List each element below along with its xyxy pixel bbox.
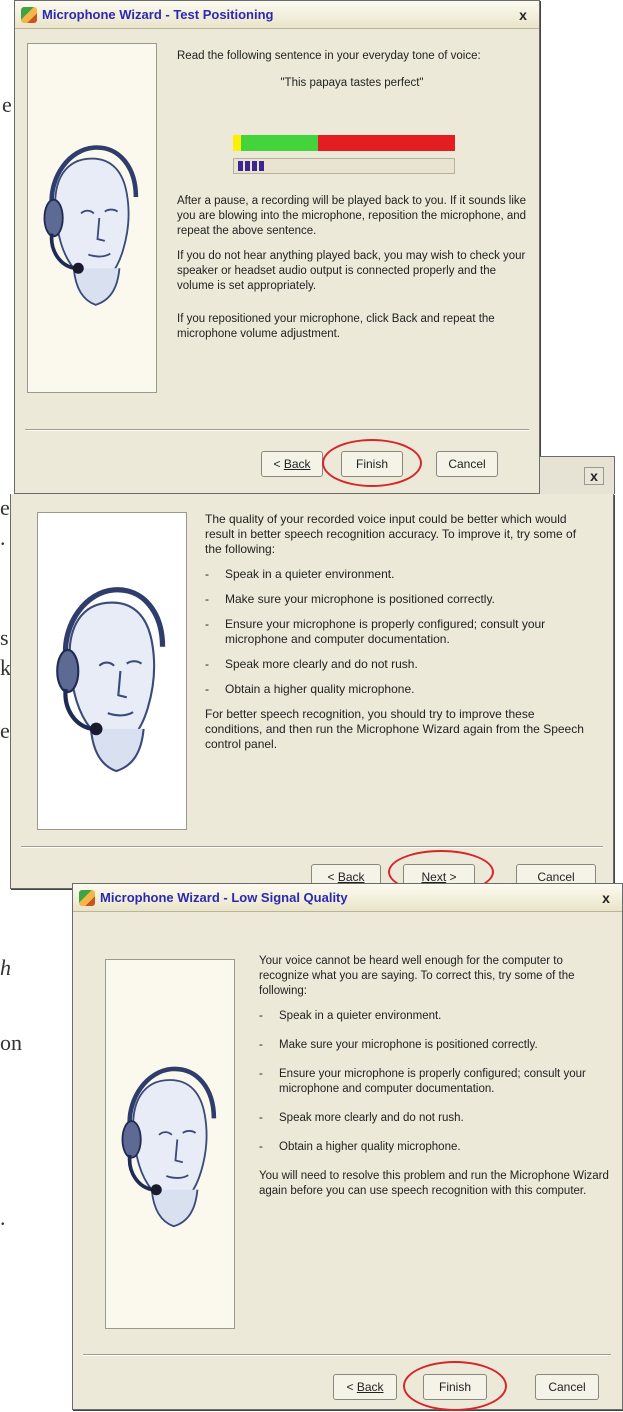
instruction-text: Read the following sentence in your ever… <box>177 50 481 62</box>
paragraph: After a pause, a recording will be playe… <box>177 195 527 237</box>
list-item: - Speak more clearly and do not rush. <box>259 1112 464 1124</box>
close-icon[interactable]: x <box>584 467 604 485</box>
titlebar-fragment: x <box>539 456 615 494</box>
close-icon[interactable]: x <box>513 6 533 24</box>
titlebar: Microphone Wizard - Low Signal Quality x <box>73 884 622 912</box>
dialog-test-positioning: Microphone Wizard - Test Positioning x R… <box>14 0 540 494</box>
bg-fragment: h <box>0 955 11 980</box>
quality-text: The quality of your recorded voice input… <box>205 512 595 762</box>
tips-list: - Speak in a quieter environment. - Make s… <box>259 1009 609 1155</box>
headset-head-icon <box>27 43 157 393</box>
finish-button[interactable]: Finish <box>341 451 403 477</box>
test-sentence: "This papaya tastes perfect" <box>280 77 424 89</box>
bg-fragment: . <box>0 525 6 550</box>
paragraph: If you repositioned your microphone, cli… <box>177 313 495 340</box>
close-icon[interactable]: x <box>596 889 616 907</box>
tips-list: - Speak in a quieter environment. - Make s… <box>205 567 595 697</box>
back-button[interactable]: < Back <box>333 1374 397 1400</box>
list-item: - Make sure your microphone is positioned… <box>205 592 495 606</box>
wizard-icon <box>79 889 95 906</box>
list-item: - Speak in a quieter environment. <box>205 567 395 581</box>
outro-text: You will need to resolve this problem an… <box>259 1170 609 1197</box>
list-item: - Ensure your microphone is properly conf… <box>205 617 546 646</box>
cancel-button[interactable]: Cancel <box>436 451 498 477</box>
dialog-low-signal-quality: Microphone Wizard - Low Signal Quality x… <box>72 883 623 1411</box>
intro-text: The quality of your recorded voice input… <box>205 512 577 556</box>
list-item: - Speak more clearly and do not rush. <box>205 657 418 671</box>
paragraph: If you do not hear anything played back,… <box>177 250 526 292</box>
bg-fragment: on <box>0 1030 22 1055</box>
window-title: Microphone Wizard - Test Positioning <box>42 7 274 22</box>
instructions-body: After a pause, a recording will be playe… <box>177 194 527 352</box>
bg-fragment: e <box>0 718 10 743</box>
dialog-voice-quality: x The quality of your recorded voice inp… <box>10 456 615 894</box>
wizard-icon <box>21 6 37 23</box>
intro-text: Your voice cannot be heard well enough f… <box>259 955 575 997</box>
instructions: Read the following sentence in your ever… <box>177 49 527 101</box>
cancel-button[interactable]: Cancel <box>535 1374 599 1400</box>
low-signal-text: Your voice cannot be heard well enough f… <box>259 954 609 1209</box>
separator <box>83 1354 611 1356</box>
window-title: Microphone Wizard - Low Signal Quality <box>100 890 348 905</box>
list-item: - Obtain a higher quality microphone. <box>205 682 415 696</box>
input-level-fill <box>238 161 264 171</box>
volume-meter <box>233 135 455 151</box>
separator <box>25 429 529 431</box>
outro-text: For better speech recognition, you shoul… <box>205 707 584 751</box>
list-item: - Speak in a quieter environment. <box>259 1010 442 1022</box>
list-item: - Make sure your microphone is positioned… <box>259 1039 538 1051</box>
headset-head-icon <box>105 959 235 1329</box>
finish-button[interactable]: Finish <box>423 1374 487 1400</box>
separator <box>21 846 603 848</box>
headset-head-icon <box>37 512 187 830</box>
list-item: - Ensure your microphone is properly conf… <box>259 1068 586 1095</box>
input-level-meter <box>233 158 455 174</box>
bg-fragment: e <box>2 92 12 117</box>
bg-fragment: e <box>0 495 10 520</box>
titlebar: Microphone Wizard - Test Positioning x <box>15 1 539 29</box>
bg-fragment: s <box>0 625 9 650</box>
list-item: - Obtain a higher quality microphone. <box>259 1141 461 1153</box>
bg-fragment: . <box>0 1205 6 1230</box>
back-button[interactable]: < Back <box>261 451 323 477</box>
